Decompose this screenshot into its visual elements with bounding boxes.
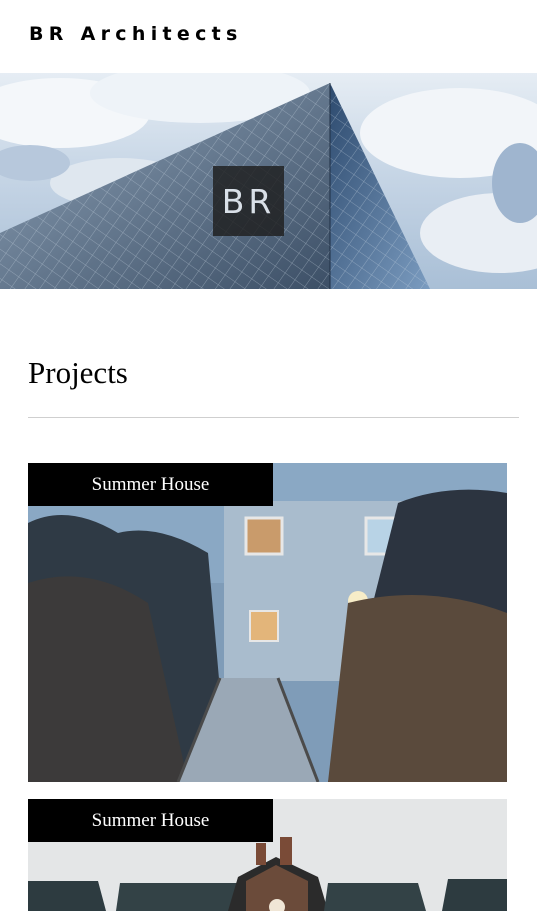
site-header: BR Architects [0,0,537,73]
project-image [28,463,507,782]
project-card[interactable]: Summer House [28,799,507,911]
projects-heading: Projects [28,355,128,390]
site-brand[interactable]: BR Architects [29,23,243,45]
hero-banner: BR [0,73,537,289]
section-divider [28,417,519,418]
project-title: Summer House [28,463,273,506]
hero-logo-badge: BR [213,166,284,236]
project-title: Summer House [28,799,273,842]
project-card[interactable]: Summer House [28,463,507,782]
